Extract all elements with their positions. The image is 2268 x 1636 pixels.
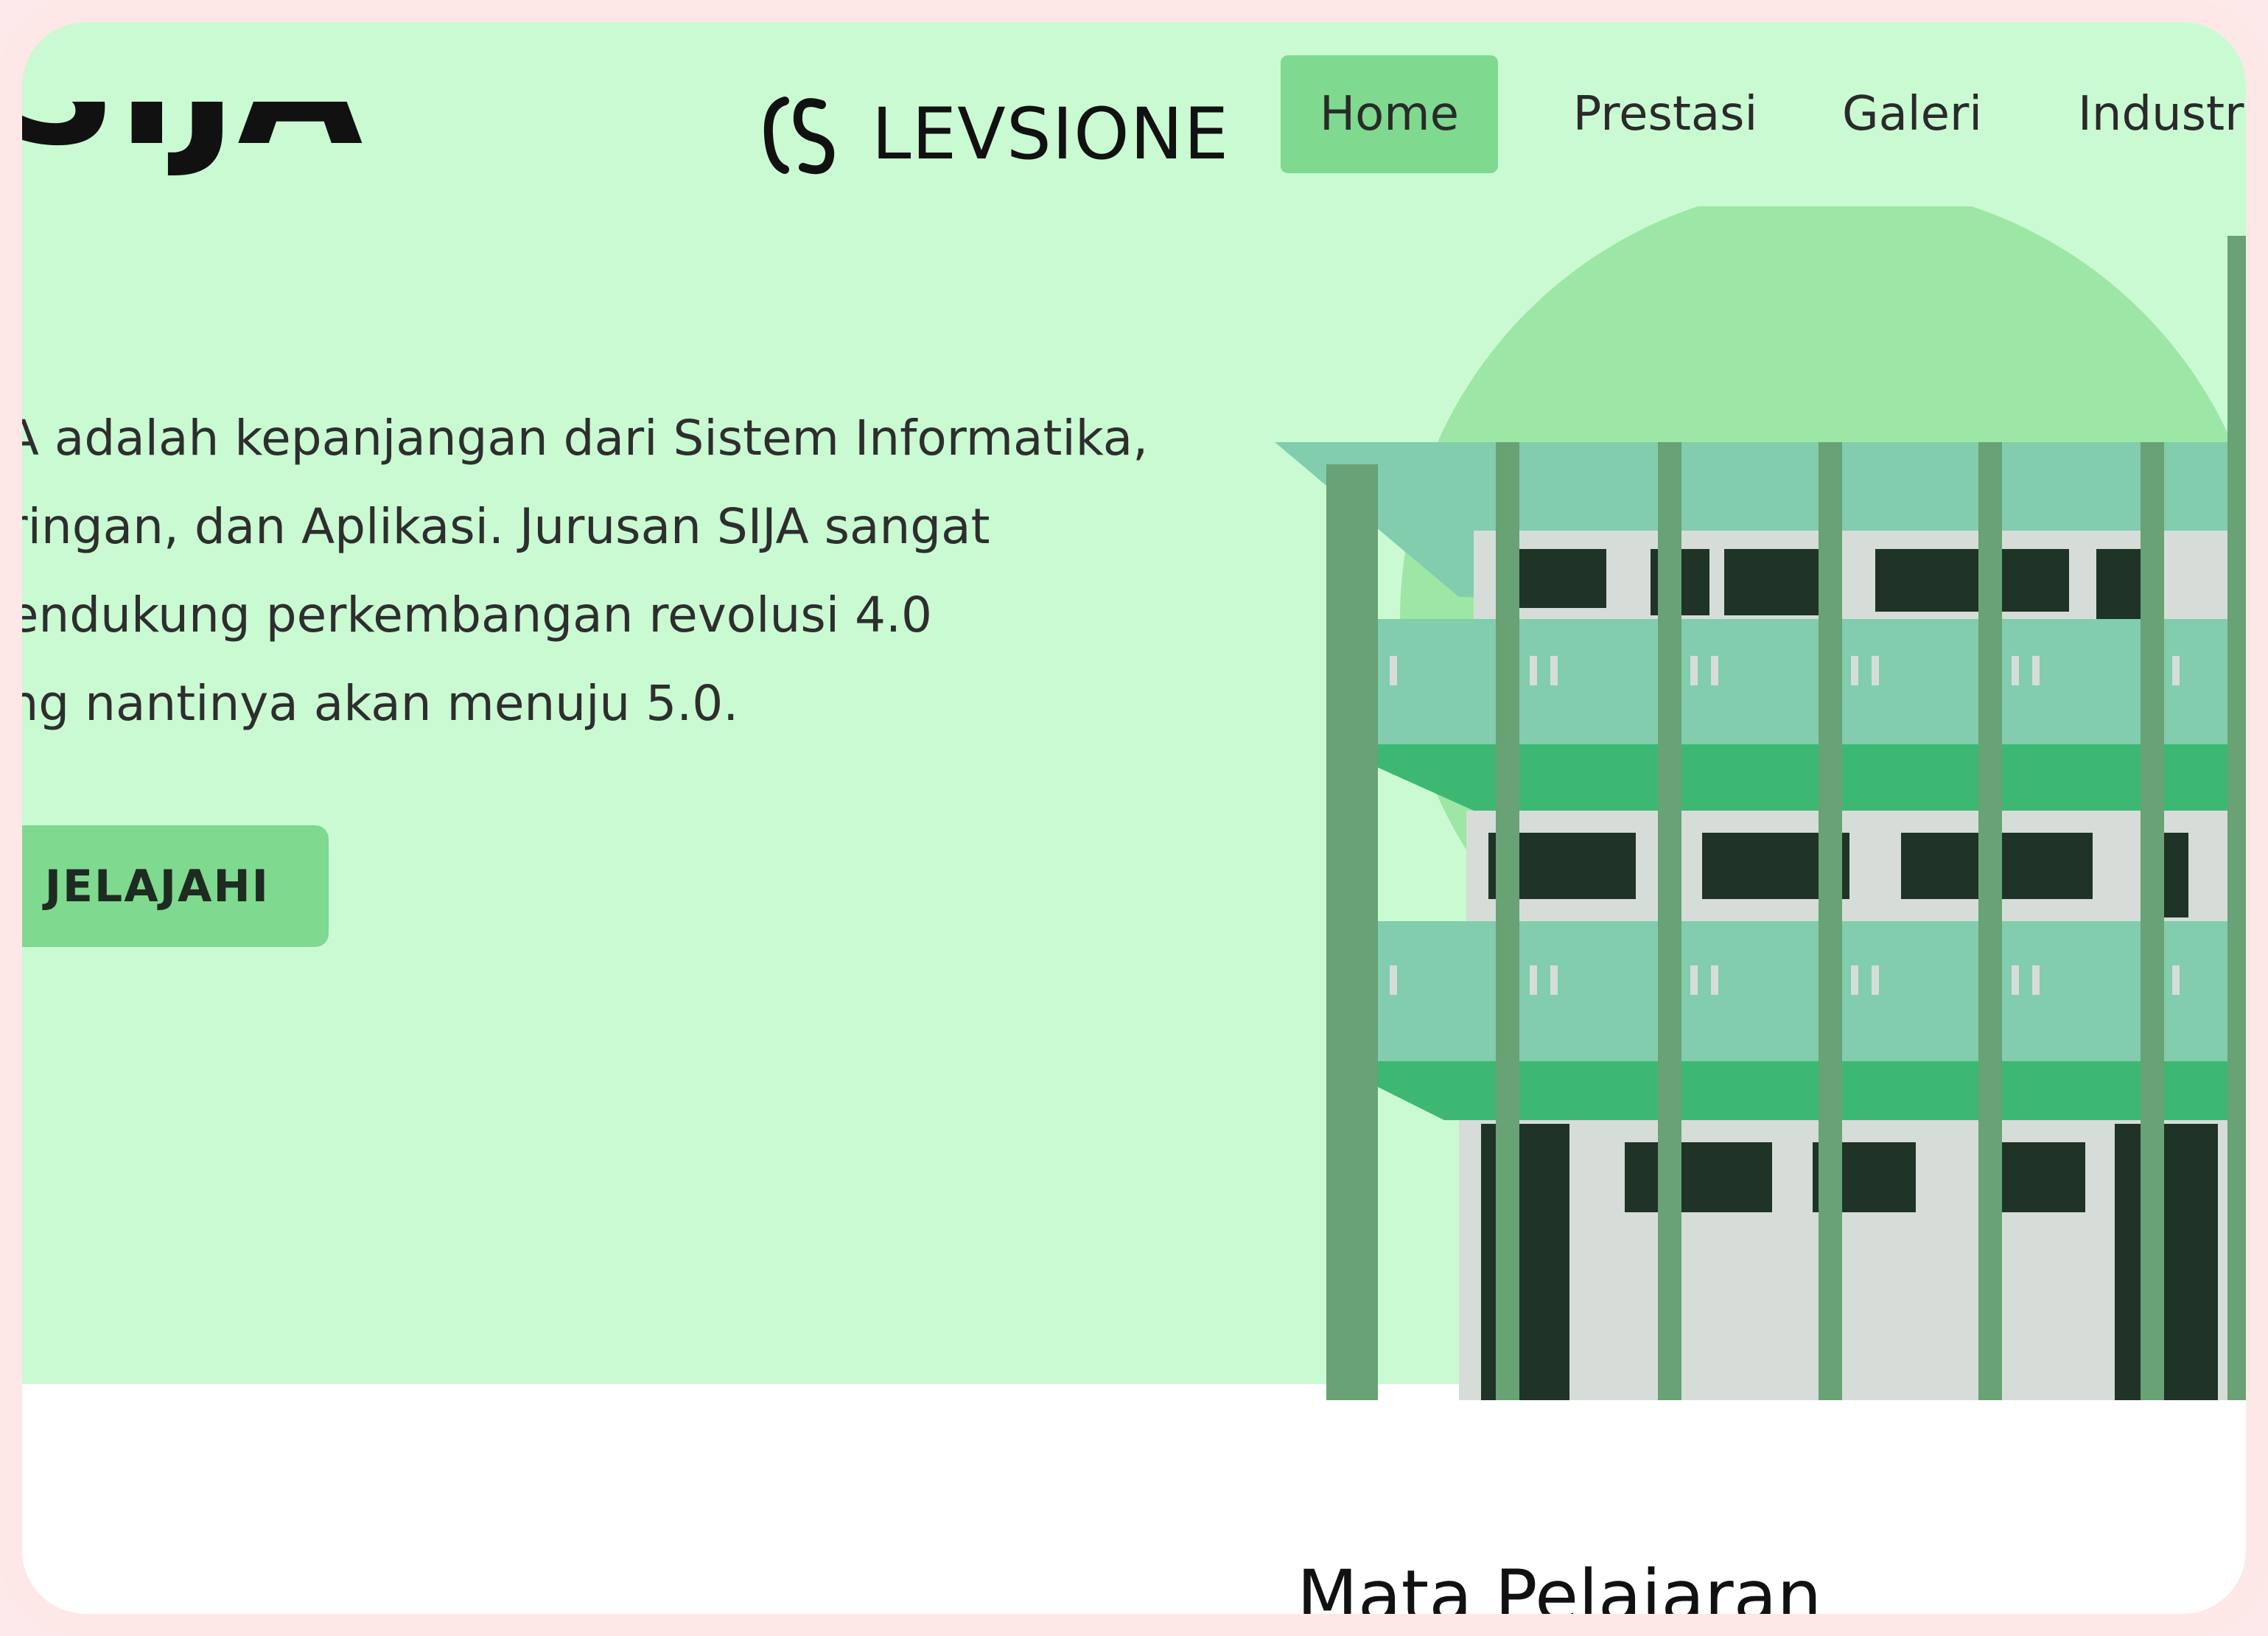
hero-description-line: ang nantinya akan menuju 5.0.: [22, 675, 739, 732]
explore-button[interactable]: JELAJAHI: [22, 825, 329, 947]
top-navbar: LEVSIONE Home Prestasi Galeri Industr: [22, 22, 2246, 206]
school-building-illustration: [1275, 206, 2246, 1400]
nav-home[interactable]: Home: [1281, 55, 1498, 173]
device-frame: SIJA IJA adalah kepanjangan dari Sistem …: [0, 0, 2268, 1636]
hero-section: SIJA IJA adalah kepanjangan dari Sistem …: [22, 22, 2246, 1400]
brand-name: LEVSIONE: [872, 93, 1230, 175]
hero-description-line: IJA adalah kepanjangan dari Sistem Infor…: [22, 410, 1149, 466]
hero-description-line: aringan, dan Aplikasi. Jurusan SIJA sang…: [22, 498, 990, 555]
hero-description: IJA adalah kepanjangan dari Sistem Infor…: [22, 394, 1275, 748]
nav-galeri[interactable]: Galeri: [1827, 55, 1997, 173]
nav-prestasi[interactable]: Prestasi: [1562, 55, 1768, 173]
hero-description-line: nendukung perkembangan revolusi 4.0: [22, 587, 932, 643]
brand[interactable]: LEVSIONE: [763, 75, 1229, 193]
section-title-mata-pelajaran: Mata Pelajaran: [1297, 1555, 1822, 1614]
browser-viewport[interactable]: SIJA IJA adalah kepanjangan dari Sistem …: [22, 22, 2246, 1614]
levsione-logo-icon: [763, 97, 835, 175]
nav-industri[interactable]: Industr: [2078, 55, 2246, 173]
